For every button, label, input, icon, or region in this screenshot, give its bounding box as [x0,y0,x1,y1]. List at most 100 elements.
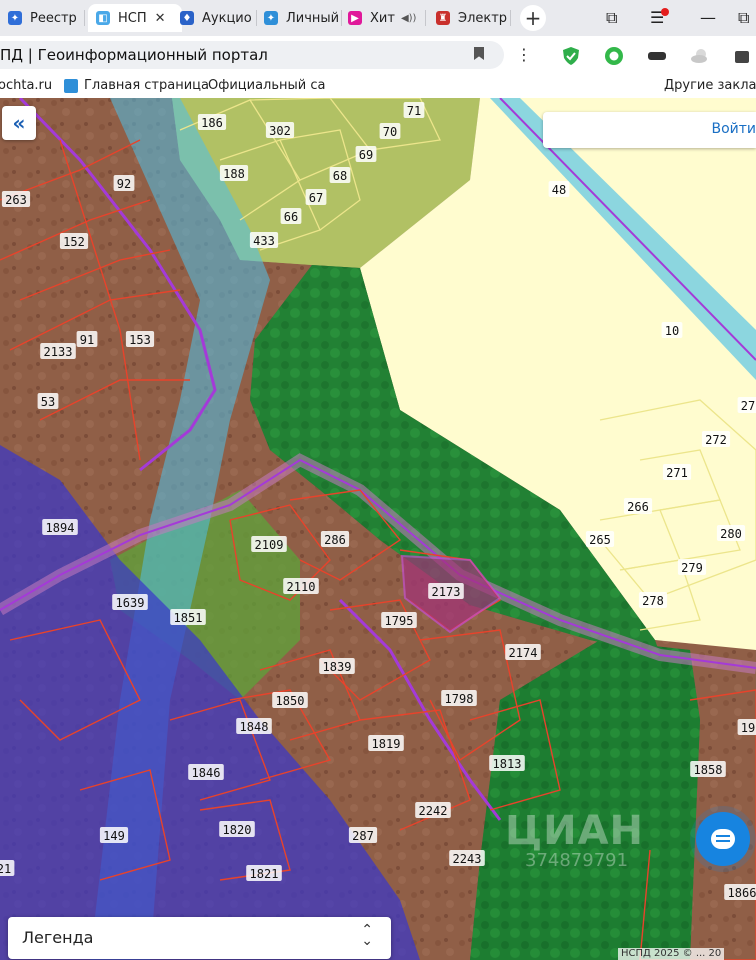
login-label: Войти [711,121,756,137]
parcel-number[interactable]: 1795 [385,614,414,628]
parcel-number[interactable]: 2243 [453,852,482,866]
speaker-icon[interactable]: ◀)) [401,13,417,24]
parcel-number[interactable]: 1848 [240,720,269,734]
parcel-number[interactable]: 433 [253,234,275,248]
parcel-number[interactable]: 153 [129,333,151,347]
parcel-number[interactable]: 1850 [276,694,305,708]
more-icon[interactable]: ⋮ [516,45,532,64]
parcel-number[interactable]: 1821 [250,867,279,881]
shield-check-icon[interactable] [561,46,581,66]
parcel-number[interactable]: 2133 [44,345,73,359]
parcel-number[interactable]: 186 [201,116,223,130]
crest-icon: ♦ [180,11,194,25]
tab-label: Реестр [30,10,77,26]
parcel-number[interactable]: 1866 [728,886,756,900]
bookmark-mail[interactable]: ochta.ru [0,78,52,93]
minimize-icon[interactable]: — [700,8,716,27]
other-bookmarks[interactable]: Другие закладки [664,78,756,93]
parcel-number[interactable]: 1819 [372,737,401,751]
tab-reestr[interactable]: ✦ Реестр [8,4,77,32]
parcel-number[interactable]: 10 [665,324,679,338]
page-title: ПД | Геоинформационный портал [0,46,268,64]
collapse-panel-button[interactable]: « [2,106,36,140]
weather-icon[interactable] [690,46,710,66]
tab-label: Личный [286,10,340,26]
parcel-number[interactable]: 1858 [694,763,723,777]
bookmark-label: ochta.ru [0,78,53,93]
parcel-number[interactable]: 19 [741,721,755,735]
parcel-number[interactable]: 53 [41,395,55,409]
parcel-number[interactable]: 265 [589,533,611,547]
parcel-number[interactable]: 68 [333,169,347,183]
parcel-number[interactable]: 1820 [223,823,252,837]
parcel-number[interactable]: 2173 [432,585,461,599]
parcel-number[interactable]: 2242 [419,804,448,818]
puzzle-icon[interactable] [733,46,753,66]
parcel-number[interactable]: 1813 [493,757,522,771]
parcel-number[interactable]: 1846 [192,766,221,780]
tab-electr[interactable]: ♜ Электр [436,4,507,32]
other-bookmarks-label: Другие закладки [664,78,756,93]
tab-bar: ✦ Реестр ◧ НСП ✕ ♦ Аукцио ✦ Личный ▶ Хит… [0,0,756,36]
parcel-number[interactable]: 2110 [287,580,316,594]
notification-dot [661,8,669,16]
legend-label: Легенда [22,928,94,947]
tab-personal[interactable]: ✦ Личный [264,4,339,32]
parcel-number[interactable]: 48 [552,183,566,197]
tab-label: НСП [118,10,147,26]
parcel-number[interactable]: 287 [352,829,374,843]
parcel-number[interactable]: 1639 [116,596,145,610]
parcel-number[interactable]: 66 [284,210,298,224]
expand-icon[interactable]: ⌃ ⌄ [361,923,373,948]
copy-icon[interactable]: ⧉ [606,8,617,28]
tab-hit[interactable]: ▶ Хит ◀)) [348,4,416,32]
restore-icon[interactable]: ⧉ [738,8,749,28]
parcel-number[interactable]: 152 [63,235,85,249]
parcel-number[interactable]: 1894 [46,521,75,535]
tab-nspd[interactable]: ◧ НСП ✕ [88,4,182,32]
parcel-number[interactable]: 266 [627,500,649,514]
parcel-number[interactable]: 1839 [323,660,352,674]
extension-icon[interactable] [647,46,667,66]
parcel-number[interactable]: 70 [383,125,397,139]
parcel-number[interactable]: 286 [324,533,346,547]
parcel-number[interactable]: 263 [5,193,27,207]
tab-auction[interactable]: ♦ Аукцио [180,4,252,32]
parcel-number[interactable]: 69 [359,148,373,162]
legend-panel[interactable]: Легенда ⌃ ⌄ [8,917,391,959]
parcel-number[interactable]: 91 [80,333,94,347]
play-icon: ▶ [348,11,362,25]
close-icon[interactable]: ✕ [155,11,166,26]
parcel-number[interactable]: 2174 [509,646,538,660]
parcel-number[interactable]: 71 [407,104,421,118]
tab-label: Электр [458,10,508,26]
parcel-number[interactable]: 149 [103,829,125,843]
bookmark-official[interactable]: Официальный сайт [202,78,326,93]
parcel-number[interactable]: 279 [681,561,703,575]
parcel-number[interactable]: 188 [223,167,245,181]
parcel-number[interactable]: 21 [0,862,11,876]
parcel-number[interactable]: 27 [741,399,755,413]
parcel-number[interactable]: 67 [309,191,323,205]
watermark-id: 374879791 [525,850,629,871]
parcel-number[interactable]: 278 [642,594,664,608]
parcel-number[interactable]: 271 [666,466,688,480]
address-field[interactable]: ПД | Геоинформационный портал [0,41,504,69]
parcel-number[interactable]: 2109 [255,538,284,552]
copyright: НСПД 2025 © ... 20 [618,948,725,960]
parcel-number[interactable]: 1851 [174,611,203,625]
bookmarks-bar: ochta.ru Главная страница Официальный са… [0,74,756,98]
parcel-number[interactable]: 302 [269,124,291,138]
ring-icon[interactable] [604,46,624,66]
shield-icon [64,78,78,93]
login-button[interactable]: Войти [543,112,756,148]
parcel-number[interactable]: 1798 [445,692,474,706]
bookmark-home[interactable]: Главная страница [64,78,209,93]
parcel-number[interactable]: 92 [117,177,131,191]
parcel-number[interactable]: 280 [720,527,742,541]
new-tab-button[interactable]: + [520,5,546,31]
chat-icon [711,829,735,849]
chat-button[interactable] [696,812,750,866]
bookmark-label: Официальный сайт [208,78,326,93]
parcel-number[interactable]: 272 [705,433,727,447]
